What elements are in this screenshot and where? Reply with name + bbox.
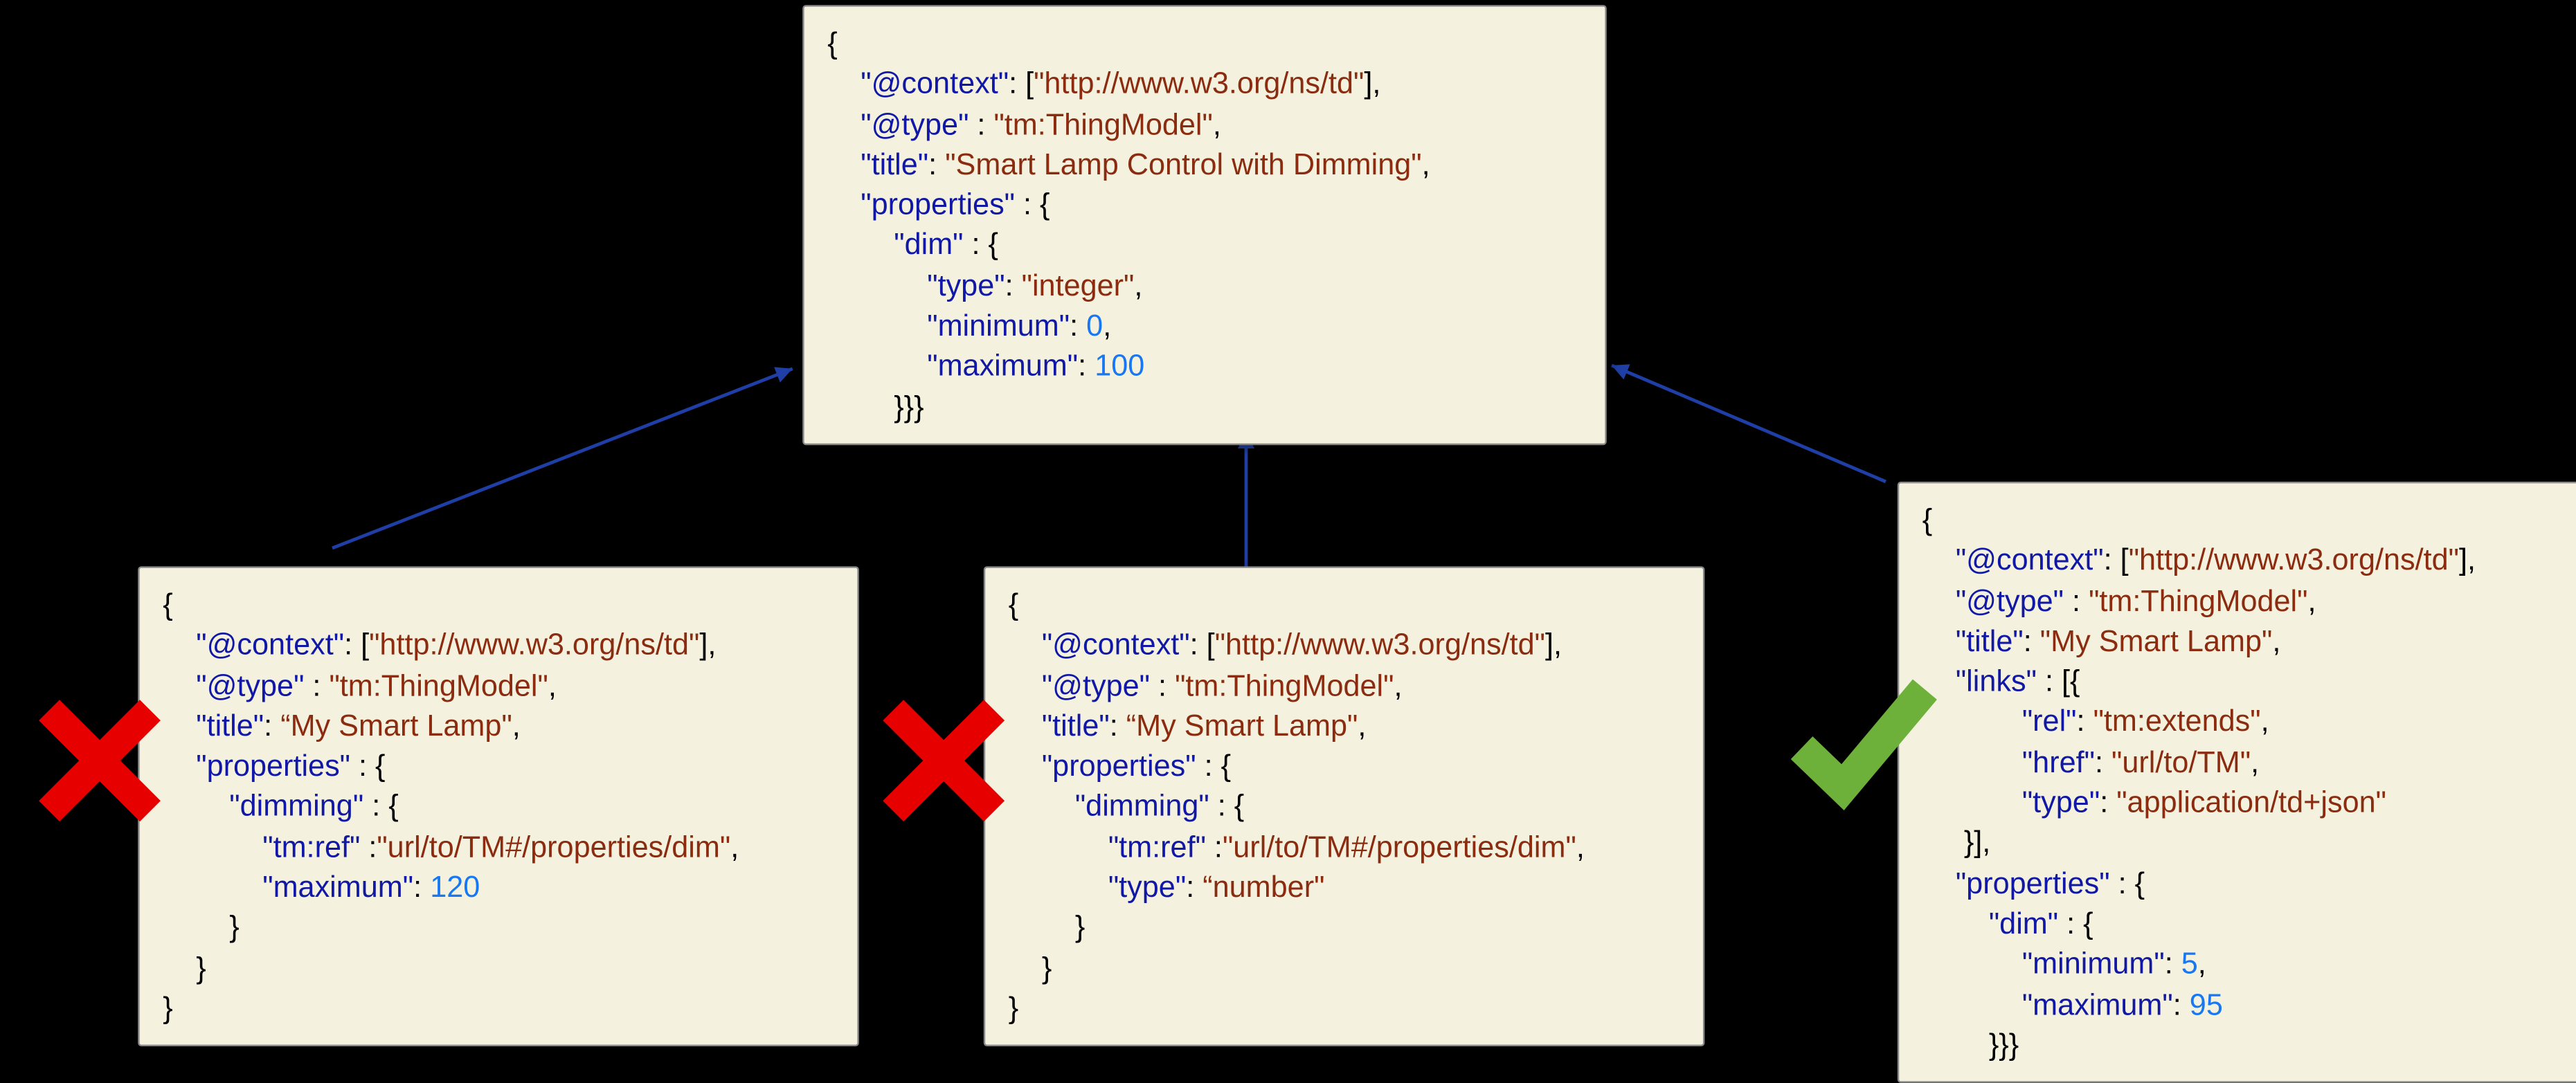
parent-thing-model-box: { "@context": ["http://www.w3.org/ns/td"…: [802, 5, 1607, 445]
diagram-stage: { "@context": ["http://www.w3.org/ns/td"…: [0, 0, 2575, 1013]
arrow-line: [332, 369, 793, 548]
invalid-example-box-2: { "@context": ["http://www.w3.org/ns/td"…: [984, 566, 1705, 1046]
arrow-line: [1612, 365, 1886, 482]
valid-example-box: { "@context": ["http://www.w3.org/ns/td"…: [1898, 482, 2576, 1083]
invalid-example-box-1: { "@context": ["http://www.w3.org/ns/td"…: [138, 566, 859, 1046]
